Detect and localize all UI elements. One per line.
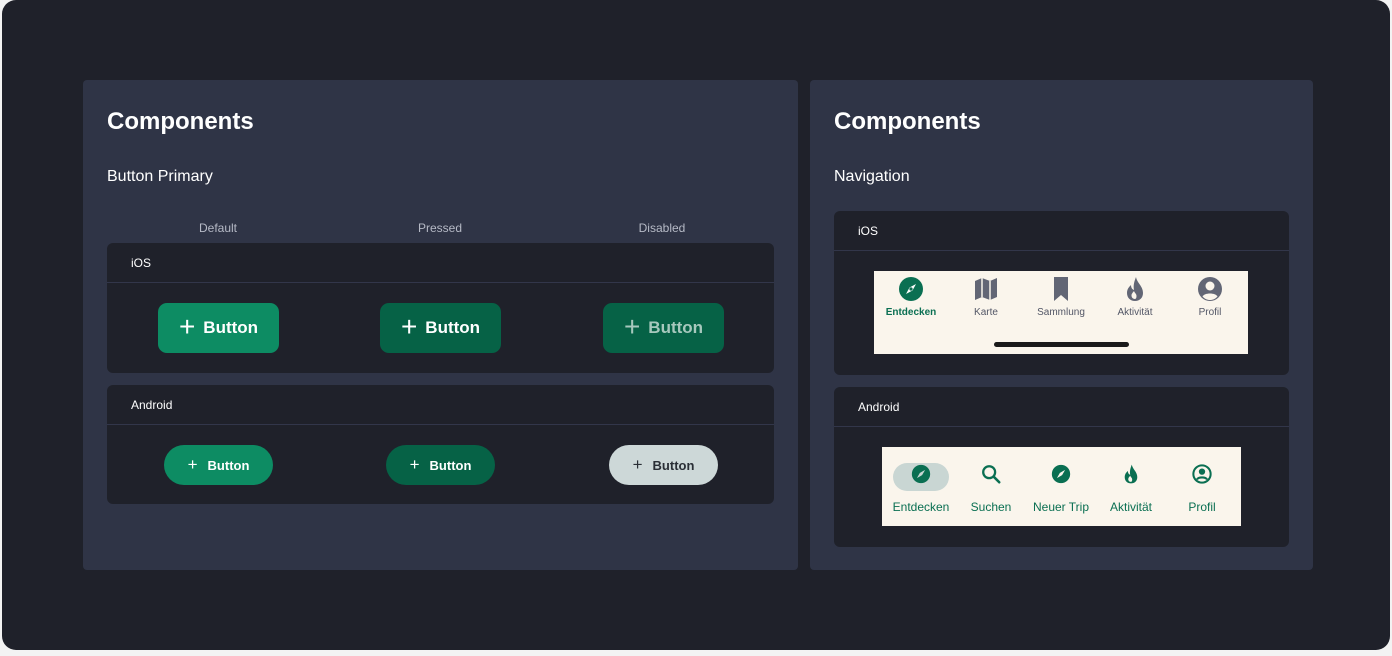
ios-button-default[interactable]: + Button (158, 303, 279, 353)
plus-icon: + (187, 454, 198, 474)
column-label-default: Default (198, 221, 238, 235)
tab-label: Aktivität (1109, 500, 1152, 514)
card-label: iOS (834, 211, 1289, 251)
button-label: Button (425, 318, 481, 337)
tab-label: Entdecken (892, 500, 950, 514)
card-label: iOS (107, 243, 774, 283)
button-label: Button (207, 457, 250, 473)
ios-tab-sammlung[interactable]: Sammlung (1024, 275, 1098, 318)
tab-indicator (1103, 463, 1159, 491)
map-icon (975, 278, 997, 300)
ios-tab-profil[interactable]: Profil (1173, 275, 1247, 318)
android-navigation-bar: Entdecken Suchen Neuer Trip Aktivität Pr… (882, 447, 1241, 526)
home-indicator (994, 342, 1129, 347)
compass-icon (1051, 464, 1071, 484)
section-title: Navigation (834, 168, 910, 185)
tab-label: Aktivität (1117, 307, 1153, 318)
android-button-default[interactable]: + Button (164, 445, 273, 485)
plus-icon: + (178, 310, 196, 342)
plus-icon: + (632, 454, 643, 474)
button-label: Button (429, 457, 472, 473)
ios-tab-entdecken[interactable]: Entdecken (874, 275, 948, 318)
tab-label: Sammlung (1037, 307, 1085, 318)
android-tab-profil[interactable]: Profil (1166, 461, 1238, 514)
ios-buttons-card: iOS + Button + Button + Button (107, 243, 774, 373)
search-icon (982, 465, 1001, 484)
bookmark-icon (1054, 277, 1068, 301)
button-label: Button (203, 318, 259, 337)
tab-indicator (1174, 463, 1230, 491)
plus-icon: + (400, 310, 418, 342)
tab-label: Neuer Trip (1032, 500, 1090, 514)
ios-tab-karte[interactable]: Karte (949, 275, 1023, 318)
profile-icon (1198, 277, 1222, 301)
column-label-pressed: Pressed (417, 221, 463, 235)
tab-label: Profil (1188, 500, 1216, 514)
profile-icon (1192, 464, 1212, 484)
tab-indicator (963, 463, 1019, 491)
navigation-panel: Components Navigation iOS Entdecken Kart… (810, 80, 1313, 570)
compass-icon (899, 277, 923, 301)
ios-navigation-card: iOS Entdecken Karte Sammlung Aktivität P… (834, 211, 1289, 375)
android-tab-entdecken[interactable]: Entdecken (885, 461, 957, 514)
section-title: Button Primary (107, 168, 213, 185)
flame-icon (1124, 464, 1138, 484)
buttons-panel: Components Button Primary Default Presse… (83, 80, 798, 570)
flame-icon (1127, 277, 1143, 301)
button-label: Button (652, 457, 695, 473)
plus-icon: + (409, 454, 420, 474)
android-button-pressed[interactable]: + Button (386, 445, 495, 485)
card-label: Android (834, 387, 1289, 427)
tab-indicator (1033, 463, 1089, 491)
column-label-disabled: Disabled (638, 221, 686, 235)
tab-label: Suchen (970, 500, 1012, 514)
ios-tab-aktivitaet[interactable]: Aktivität (1098, 275, 1172, 318)
android-tab-neuer-trip[interactable]: Neuer Trip (1025, 461, 1097, 514)
android-tab-aktivitaet[interactable]: Aktivität (1095, 461, 1167, 514)
android-buttons-card: Android + Button + Button + Button (107, 385, 774, 504)
panel-title: Components (834, 108, 981, 135)
compass-icon (911, 464, 931, 484)
android-tab-suchen[interactable]: Suchen (955, 461, 1027, 514)
active-indicator (893, 463, 949, 491)
panel-title: Components (107, 108, 254, 135)
button-label: Button (648, 318, 704, 337)
ios-tab-bar: Entdecken Karte Sammlung Aktivität Profi… (874, 271, 1248, 354)
tab-label: Entdecken (885, 307, 937, 318)
ios-button-disabled: + Button (603, 303, 724, 353)
android-button-disabled: + Button (609, 445, 718, 485)
tab-label: Profil (1198, 307, 1222, 318)
plus-icon: + (623, 310, 641, 342)
ios-button-pressed[interactable]: + Button (380, 303, 501, 353)
card-label: Android (107, 385, 774, 425)
canvas-frame: Components Button Primary Default Presse… (2, 0, 1390, 650)
android-navigation-card: Android Entdecken Suchen Neuer Trip Akti… (834, 387, 1289, 547)
tab-label: Karte (974, 307, 998, 318)
